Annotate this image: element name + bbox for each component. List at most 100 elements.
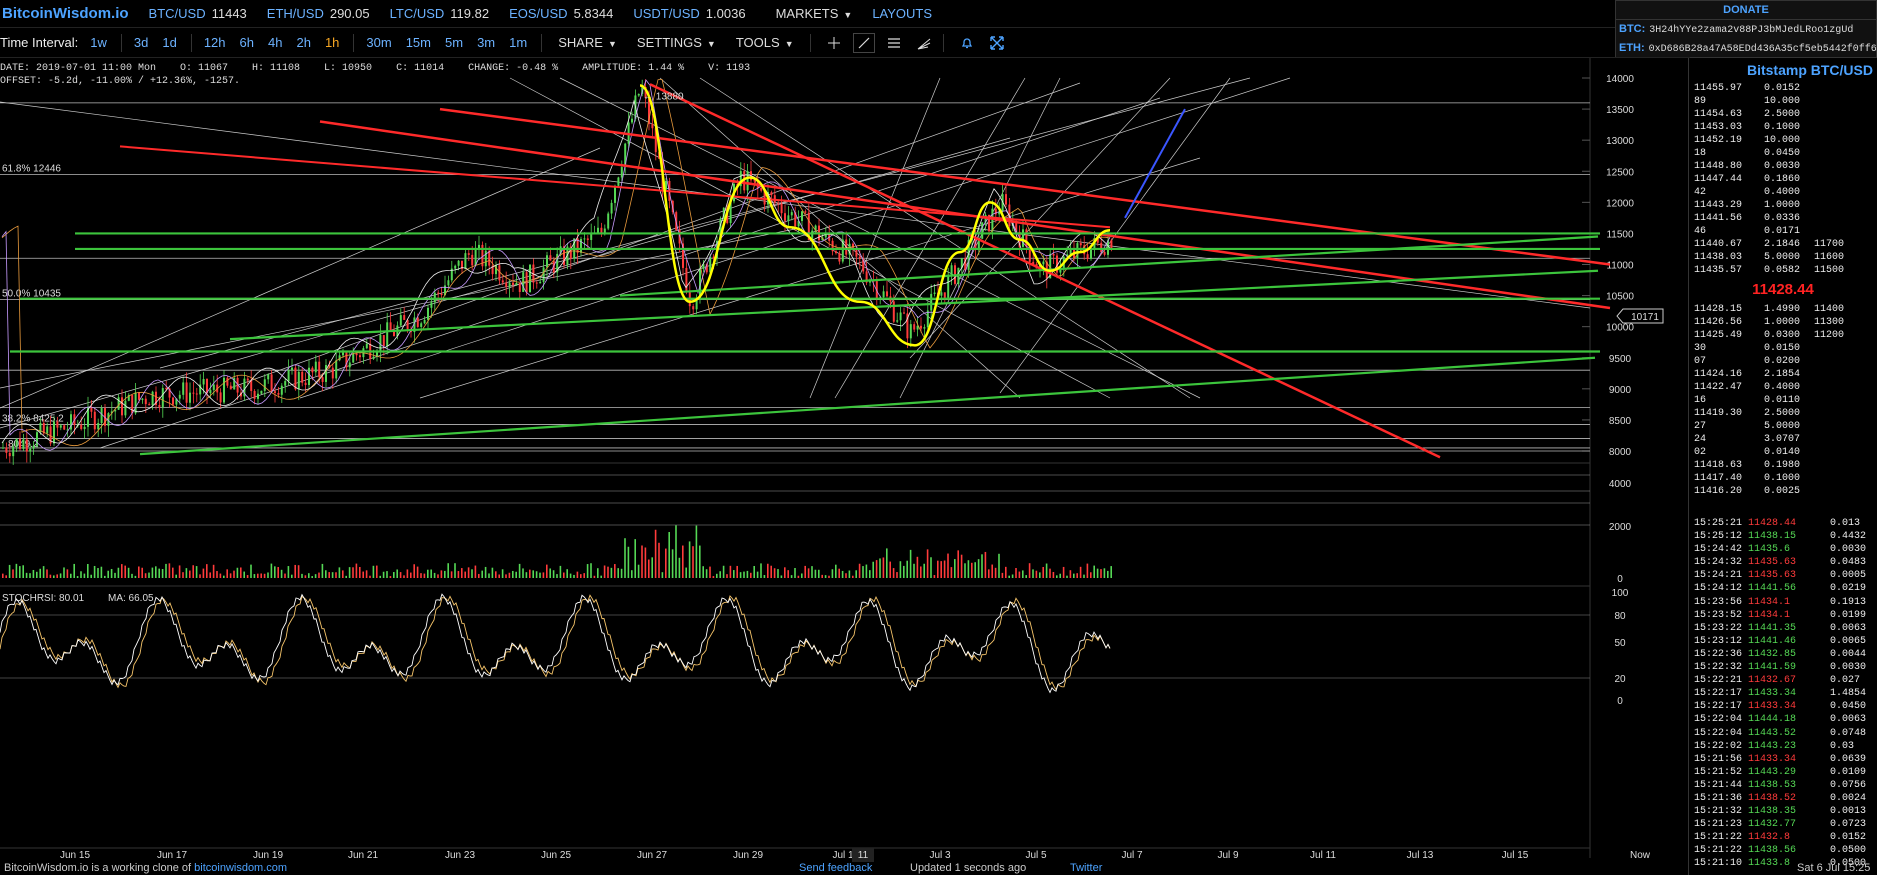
ticker-ltc[interactable]: LTC/USD 119.82 (390, 6, 489, 21)
interval-3d[interactable]: 3d (134, 35, 148, 50)
interval-4h[interactable]: 4h (268, 35, 282, 50)
ticker-btc[interactable]: BTC/USD 11443 (149, 6, 247, 21)
ask-row[interactable]: 11443.29 1.0000 (1694, 199, 1877, 212)
ask-row[interactable]: 11453.03 0.1000 (1694, 121, 1877, 134)
candle-body (32, 445, 35, 449)
interval-1d[interactable]: 1d (162, 35, 176, 50)
volume-bar (331, 572, 334, 578)
bid-row[interactable]: 11422.47 0.4000 (1694, 381, 1877, 394)
volume-bar (399, 572, 402, 578)
market-title[interactable]: Bitstamp BTC/USD (1689, 58, 1877, 82)
candle-body (858, 256, 861, 259)
candle-body (83, 426, 86, 430)
volume-bar (733, 570, 735, 578)
candle-body (651, 123, 654, 129)
volume-bar (603, 565, 606, 578)
bid-row[interactable]: 11425.49 0.0300 11200 (1694, 329, 1877, 342)
order-amount: 0.4000 (1764, 382, 1801, 393)
trade-time: 15:22:21 (1694, 675, 1743, 687)
interval-2h[interactable]: 2h (296, 35, 310, 50)
clone-link[interactable]: bitcoinwisdom.com (194, 862, 287, 874)
ask-row[interactable]: 89 10.000 (1694, 95, 1877, 108)
ask-row[interactable]: 11455.97 0.0152 (1694, 82, 1877, 95)
ask-row[interactable]: 11448.80 0.0030 (1694, 160, 1877, 173)
candle-body (195, 393, 198, 395)
crosshair-icon[interactable] (823, 33, 845, 53)
candle-body (178, 394, 181, 399)
ticker-eos[interactable]: EOS/USD 5.8344 (509, 6, 613, 21)
bid-row[interactable]: 11416.20 0.0025 (1694, 485, 1877, 498)
date-tick-label: Jul 11 (1310, 850, 1336, 861)
ask-row[interactable]: 11438.03 5.0000 11600 (1694, 251, 1877, 264)
trade-price: 11432.67 (1748, 675, 1797, 687)
ask-row[interactable]: 46 0.0171 (1694, 225, 1877, 238)
ask-row[interactable]: 11440.67 2.1846 11700 (1694, 238, 1877, 251)
ask-row[interactable]: 11454.63 2.5000 (1694, 108, 1877, 121)
tools-menu[interactable]: TOOLS ▼ (736, 35, 794, 50)
bid-row[interactable]: 02 0.0140 (1694, 446, 1877, 459)
layouts-link[interactable]: LAYOUTS (872, 6, 932, 21)
markets-menu[interactable]: MARKETS ▼ (776, 6, 853, 21)
ask-row[interactable]: 18 0.0450 (1694, 147, 1877, 160)
volume-bar (872, 561, 874, 578)
settings-menu[interactable]: SETTINGS ▼ (637, 35, 716, 50)
ask-row[interactable]: 11441.56 0.0336 (1694, 212, 1877, 225)
donate-title[interactable]: DONATE (1616, 1, 1876, 20)
order-panel: Bitstamp BTC/USD 11455.97 0.0152 89 10.000 1… (1688, 58, 1877, 875)
bid-row[interactable]: 11419.30 2.5000 (1694, 407, 1877, 420)
bid-row[interactable]: 24 3.0707 (1694, 433, 1877, 446)
order-amount: 0.1860 (1764, 174, 1801, 185)
interval-3m[interactable]: 3m (477, 35, 495, 50)
interval-1m[interactable]: 1m (509, 35, 527, 50)
volume-bar (767, 563, 769, 578)
price-chart[interactable]: 1400013500130001250012000115001100010500… (0, 58, 1688, 862)
clone-note: BitcoinWisdom.io is a working clone of b… (4, 862, 287, 874)
trend-line-green (139, 356, 1596, 456)
interval-15m[interactable]: 15m (406, 35, 431, 50)
bid-row[interactable]: 07 0.0200 (1694, 355, 1877, 368)
twitter-link[interactable]: Twitter (1070, 862, 1102, 874)
ask-row[interactable]: 11447.44 0.1860 (1694, 173, 1877, 186)
ask-row[interactable]: 11435.57 0.0582 11500 (1694, 264, 1877, 277)
feedback-link[interactable]: Send feedback (799, 862, 872, 874)
horizontal-lines-icon[interactable] (883, 33, 905, 53)
ask-row[interactable]: 11452.19 10.000 (1694, 134, 1877, 147)
bid-row[interactable]: 16 0.0110 (1694, 394, 1877, 407)
interval-30m[interactable]: 30m (366, 35, 391, 50)
volume-bar (270, 563, 273, 578)
volume-bar (1035, 570, 1038, 578)
trade-price: 11433.34 (1748, 688, 1797, 700)
share-menu[interactable]: SHARE ▼ (558, 35, 617, 50)
bell-icon[interactable] (956, 33, 978, 53)
volume-bar (104, 575, 106, 578)
bid-row[interactable]: 11417.40 0.1000 (1694, 472, 1877, 485)
date-tick-label: Jun 27 (637, 850, 667, 861)
interval-1h[interactable]: 1h (325, 35, 339, 50)
fan-icon[interactable] (913, 33, 935, 53)
volume-bar (535, 571, 538, 578)
volume-bar (746, 570, 749, 578)
bid-row[interactable]: 11424.16 2.1854 (1694, 368, 1877, 381)
draw-line-icon[interactable] (852, 32, 875, 53)
fullscreen-icon[interactable] (986, 33, 1008, 53)
ticker-usdt[interactable]: USDT/USD 1.0036 (633, 6, 745, 21)
interval-12h[interactable]: 12h (204, 35, 226, 50)
candle-body (90, 407, 93, 412)
volume-bar (892, 568, 895, 578)
ticker-eth[interactable]: ETH/USD 290.05 (267, 6, 370, 21)
bid-row[interactable]: 11428.15 1.4990 11400 (1694, 303, 1877, 316)
order-price: 11426.56 (1694, 317, 1743, 328)
candle-body (97, 423, 100, 430)
interval-5m[interactable]: 5m (445, 35, 463, 50)
bid-row[interactable]: 11426.56 1.0000 11300 (1694, 316, 1877, 329)
interval-1w[interactable]: 1w (90, 35, 107, 50)
bid-row[interactable]: 11418.63 0.1980 (1694, 459, 1877, 472)
interval-6h[interactable]: 6h (240, 35, 254, 50)
site-logo[interactable]: BitcoinWisdom.io (2, 5, 129, 22)
caret-down-icon: ▼ (706, 39, 716, 49)
bid-row[interactable]: 27 5.0000 (1694, 420, 1877, 433)
volume-bar (192, 565, 194, 578)
bid-row[interactable]: 30 0.0150 (1694, 342, 1877, 355)
ask-row[interactable]: 42 0.4000 (1694, 186, 1877, 199)
order-price: 27 (1694, 421, 1707, 432)
